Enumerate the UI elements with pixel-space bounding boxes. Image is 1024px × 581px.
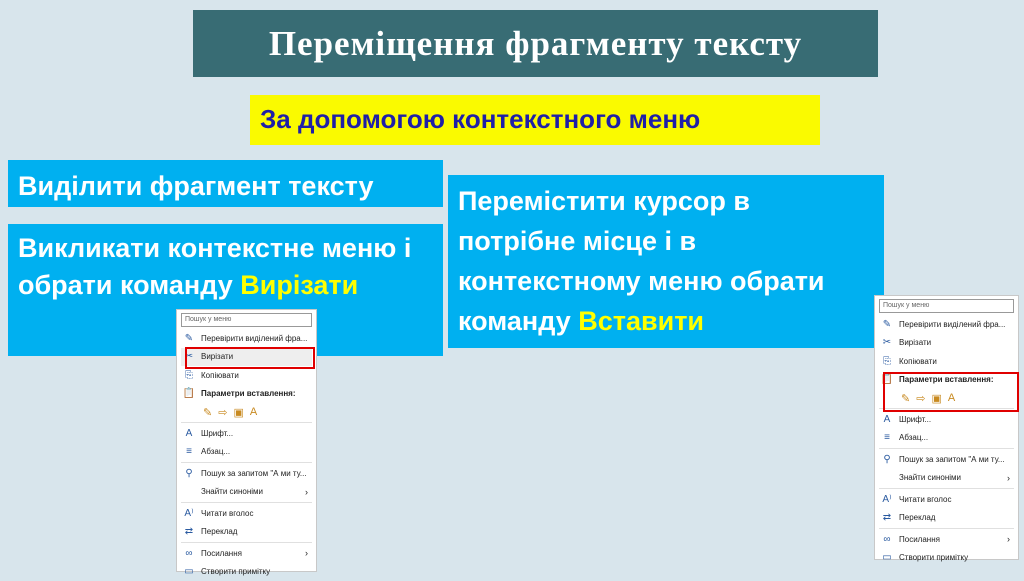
search-icon: ⚲ [879,454,895,465]
menu-item[interactable]: A Шрифт... [879,410,1014,429]
menu-divider [181,502,312,503]
paste-option-icon[interactable]: A [250,406,257,418]
paragraph-icon: ≡ [181,446,197,457]
menu-item-label: Копіювати [201,371,239,380]
menu-item[interactable]: ⚲ Пошук за запитом "А ми ту... [181,464,312,483]
menu-item[interactable]: ⎘ Копіювати [879,352,1014,371]
menu-item-label: Посилання [201,549,242,558]
font-icon: A [879,414,895,425]
menu-divider [879,528,1014,529]
callout-highlight-box [185,347,315,369]
menu-item-label: Пошук за запитом "А ми ту... [201,469,307,478]
paste-options: ✎ ⇨ ▣ A [181,403,312,421]
menu-item[interactable]: ⇄ Переклад [879,509,1014,528]
menu-item-label: Створити примітку [201,567,270,576]
paste-option-icon[interactable]: ✎ [203,406,212,419]
menu-divider [879,448,1014,449]
scissors-icon: ✂ [879,337,895,348]
menu-item-label: Копіювати [899,357,937,366]
copy-icon: ⎘ [879,356,895,367]
copy-icon: ⎘ [181,370,197,381]
cut-highlight: Вирізати [240,270,358,300]
translate-icon: ⇄ [181,526,197,537]
menu-item[interactable]: Знайти синоніми › [181,483,312,502]
menu-item[interactable]: A Шрифт... [181,424,312,443]
font-icon: A [181,428,197,439]
paste-highlight: Вставити [578,306,704,336]
menu-item-label: Переклад [201,527,237,536]
callout-highlight-box [883,372,1019,412]
subtitle: За допомогою контекстного меню [250,95,820,145]
search-icon: ⚲ [181,468,197,479]
paste-option-icon[interactable]: ▣ [233,406,243,419]
menu-item-label: Шрифт... [899,415,931,424]
menu-item-label: Шрифт... [201,429,233,438]
menu-divider [181,422,312,423]
read-aloud-icon: A⁾ [879,494,895,505]
menu-item[interactable]: Знайти синоніми › [879,469,1014,488]
chevron-right-icon: › [1007,473,1010,483]
comment-icon: ▭ [879,552,895,563]
menu-item-label: Знайти синоніми [899,473,961,482]
chevron-right-icon: › [305,487,308,497]
menu-divider [181,462,312,463]
pen-icon: ✎ [879,319,895,330]
menu-item[interactable]: A⁾ Читати вголос [879,490,1014,509]
context-menu-paste: Пошук у меню ✎ Перевірити виділений фра...… [874,295,1019,560]
menu-item[interactable]: ∞ Посилання › [181,544,312,563]
chevron-right-icon: › [305,548,308,558]
slide-title: Переміщення фрагменту тексту [193,10,878,77]
menu-item-label: Створити примітку [899,553,968,562]
read-aloud-icon: A⁾ [181,508,197,519]
menu-item-label: Пошук за запитом "А ми ту... [899,455,1005,464]
menu-divider [181,542,312,543]
menu-item-label: Читати вголос [899,495,951,504]
menu-item-label: Вирізати [899,338,931,347]
menu-item[interactable]: ▭ Створити примітку [181,563,312,581]
menu-divider [879,488,1014,489]
menu-item[interactable]: ✂ Вирізати [879,334,1014,353]
menu-item[interactable]: ▭ Створити примітку [879,549,1014,568]
menu-item-label: Читати вголос [201,509,253,518]
menu-item-label: Абзац... [201,447,230,456]
paste-icon: 📋 [181,388,197,399]
menu-search-input[interactable]: Пошук у меню [181,313,312,327]
paste-option-icon[interactable]: ⇨ [218,406,227,419]
menu-item-label: Параметри вставлення: [201,389,296,398]
paragraph-icon: ≡ [879,432,895,443]
menu-item[interactable]: ✎ Перевірити виділений фра... [181,329,312,348]
menu-item-label: Знайти синоніми [201,487,263,496]
menu-item[interactable]: ⚲ Пошук за запитом "А ми ту... [879,450,1014,469]
menu-item-label: Перевірити виділений фра... [201,334,307,343]
menu-item-label: Переклад [899,513,935,522]
menu-item[interactable]: ≡ Абзац... [879,429,1014,448]
menu-item: 📋 Параметри вставлення: [181,385,312,404]
menu-item[interactable]: ≡ Абзац... [181,443,312,462]
menu-item-label: Перевірити виділений фра... [899,320,1005,329]
step-select-fragment: Виділити фрагмент тексту [8,160,443,207]
pen-icon: ✎ [181,333,197,344]
context-menu-cut: Пошук у меню ✎ Перевірити виділений фра...… [176,309,317,572]
menu-item[interactable]: ∞ Посилання › [879,530,1014,549]
menu-item-label: Посилання [899,535,940,544]
menu-item[interactable]: ⇄ Переклад [181,523,312,542]
menu-item[interactable]: ✎ Перевірити виділений фра... [879,315,1014,334]
chevron-right-icon: › [1007,534,1010,544]
comment-icon: ▭ [181,566,197,577]
menu-item[interactable]: A⁾ Читати вголос [181,504,312,523]
link-icon: ∞ [181,548,197,559]
link-icon: ∞ [879,534,895,545]
menu-search-input[interactable]: Пошук у меню [879,299,1014,313]
translate-icon: ⇄ [879,512,895,523]
menu-item-label: Абзац... [899,433,928,442]
step-move-cursor-paste: Перемістити курсор в потрібне місце і в … [448,175,884,348]
